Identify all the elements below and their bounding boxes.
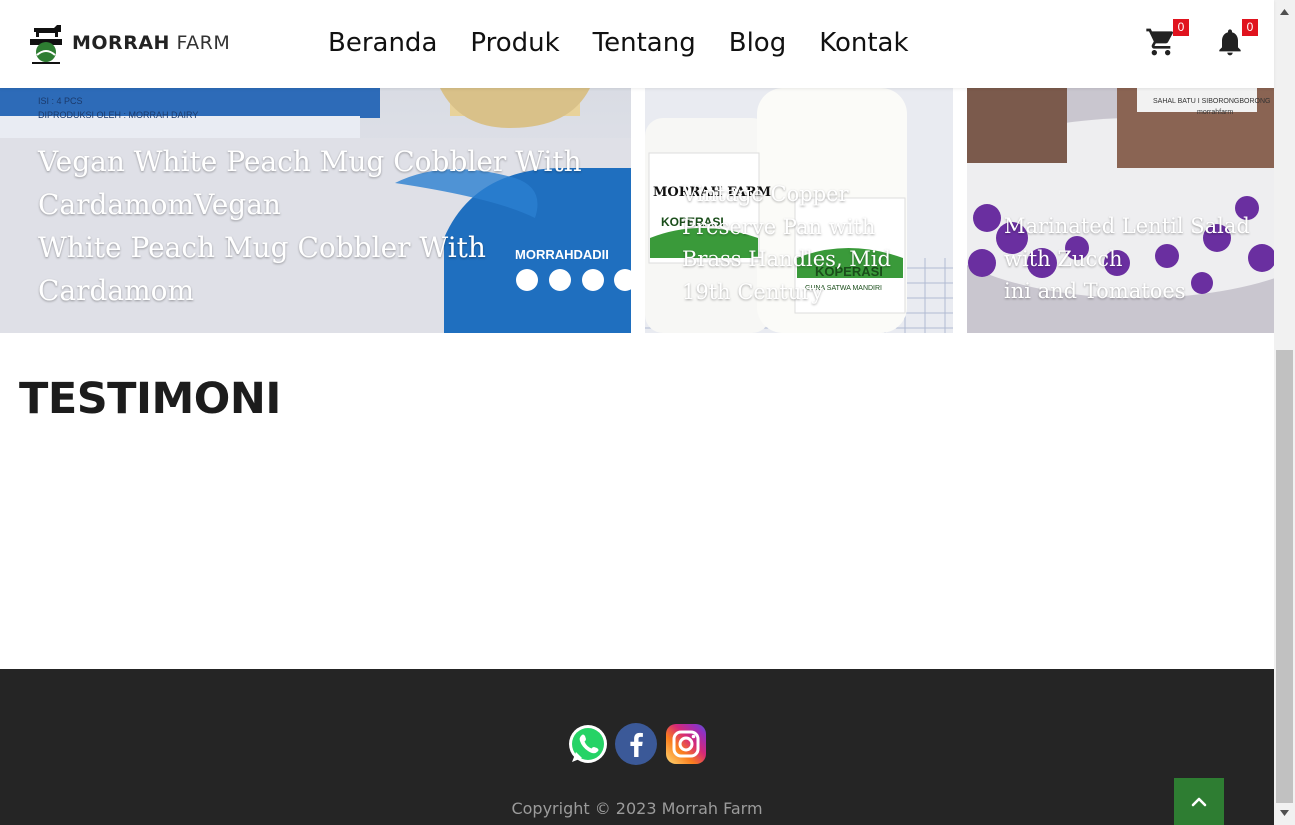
nav-item-blog[interactable]: Blog [729, 25, 786, 61]
card-title-line: CardamomVegan [38, 188, 281, 221]
card-title-line: 19th Century [682, 279, 824, 304]
cow-logo-icon [26, 19, 66, 67]
testimoni-title: TESTIMONI [19, 374, 281, 424]
cart-count-badge: 0 [1173, 19, 1189, 36]
pack-info-2: DIPRODUKSI OLEH : MORRAH DAIRY [38, 110, 198, 120]
jar-label: SAHAL BATU I SIBORONGBORONG [1153, 98, 1270, 105]
card-title-line: Cardamom [38, 274, 195, 307]
chevron-up-icon [1191, 797, 1207, 806]
blog-card-2[interactable]: MORRAH FARM KOPERASI KOPERASI GUNA SATWA… [645, 88, 953, 333]
triangle-down-icon [1280, 810, 1289, 816]
card-title-2[interactable]: Vintage Copper Preserve Pan with Brass H… [682, 178, 942, 308]
notification-count-badge: 0 [1242, 19, 1258, 36]
card-title-line: White Peach Mug Cobbler With [38, 231, 486, 264]
site-header: MORRAH FARM Beranda Produk Tentang Blog … [0, 0, 1274, 88]
facebook-link[interactable] [614, 722, 658, 766]
notification-button[interactable]: 0 [1214, 19, 1258, 62]
instagram-link[interactable] [664, 722, 708, 766]
card-title-line: Vegan White Peach Mug Cobbler With [38, 145, 582, 178]
pack-info-1: ISI : 4 PCS [38, 96, 83, 106]
nav-item-tentang[interactable]: Tentang [593, 25, 696, 61]
card-title-line: ini and Tomatoes [1004, 279, 1186, 303]
scrollbar-thumb[interactable] [1276, 350, 1293, 803]
blog-card-3[interactable]: SAHAL BATU I SIBORONGBORONG morrahfarm M… [967, 88, 1274, 333]
brand-name: MORRAH FARM [72, 32, 230, 54]
back-to-top-button[interactable] [1174, 778, 1224, 825]
cart-button[interactable]: 0 [1145, 19, 1189, 62]
nav-item-kontak[interactable]: Kontak [819, 25, 908, 61]
scroll-up-arrow[interactable] [1274, 2, 1295, 22]
site-logo[interactable]: MORRAH FARM [26, 18, 240, 68]
card-title-line: with Zucch [1004, 246, 1123, 271]
card-title-line: Preserve Pan with [682, 214, 876, 239]
card-title-line: Vintage Copper [682, 182, 849, 206]
nav-item-produk[interactable]: Produk [470, 25, 559, 61]
copyright-text: Copyright © 2023 Morrah Farm [511, 799, 763, 818]
card-title-line: Marinated Lentil Salad [1004, 214, 1250, 238]
card-title-line: Brass Handles, Mid [682, 247, 891, 271]
whatsapp-icon [569, 725, 607, 763]
jar-handle: morrahfarm [1197, 109, 1233, 116]
main-nav: Beranda Produk Tentang Blog Kontak [328, 25, 909, 61]
card-title-1[interactable]: Vegan White Peach Mug Cobbler With Carda… [38, 140, 598, 312]
facebook-icon [615, 723, 657, 765]
instagram-icon [666, 724, 706, 764]
whatsapp-link[interactable] [566, 722, 610, 766]
scroll-down-arrow[interactable] [1274, 803, 1295, 823]
blog-card-1[interactable]: ISI : 4 PCS DIPRODUKSI OLEH : MORRAH DAI… [0, 88, 631, 333]
card-title-3[interactable]: Marinated Lentil Salad with Zucch ini an… [1004, 210, 1269, 308]
triangle-up-icon [1280, 9, 1289, 15]
nav-item-beranda[interactable]: Beranda [328, 25, 437, 61]
brand-name-bold: MORRAH [72, 32, 170, 54]
brand-name-light: FARM [176, 32, 231, 54]
